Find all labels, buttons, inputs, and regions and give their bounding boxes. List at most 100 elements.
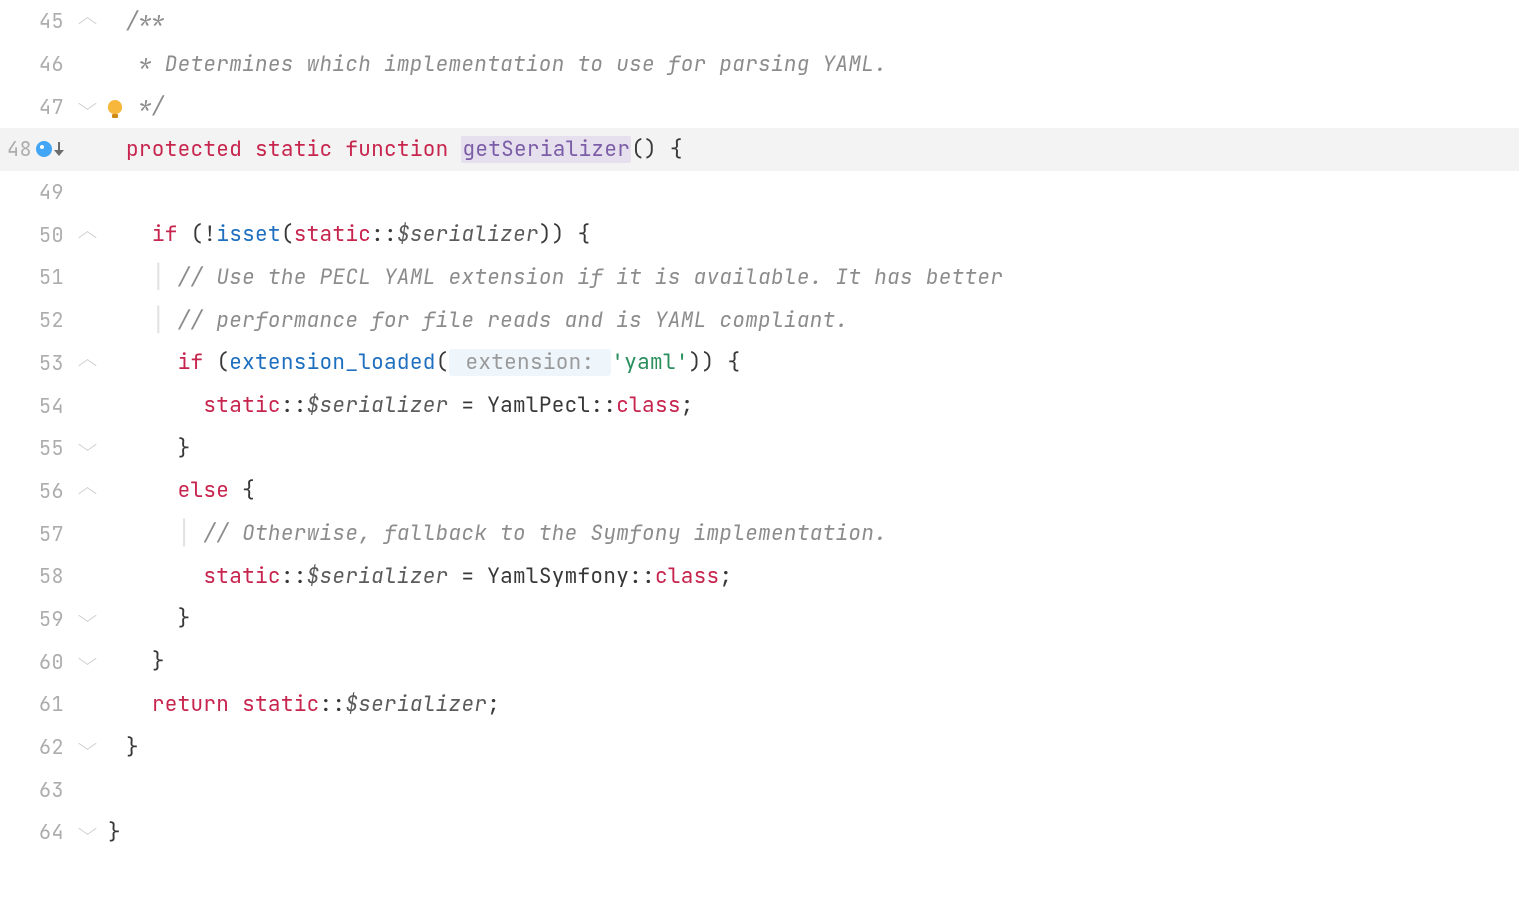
fold-column[interactable] bbox=[70, 740, 104, 754]
code-content[interactable]: } bbox=[126, 435, 191, 462]
gutter[interactable]: 57 bbox=[0, 521, 70, 547]
code-line[interactable]: 58 static::$serializer = YamlSymfony::cl… bbox=[0, 555, 1519, 598]
paren-close: ) bbox=[702, 349, 715, 376]
gutter[interactable]: 46 bbox=[0, 51, 70, 77]
code-content[interactable]: */ bbox=[126, 93, 165, 120]
code-line[interactable]: 51 │ // Use the PECL YAML extension if i… bbox=[0, 256, 1519, 299]
fold-close-icon[interactable] bbox=[81, 100, 93, 114]
code-line[interactable]: 45 /** bbox=[0, 0, 1519, 43]
intention-bulb-icon[interactable] bbox=[108, 100, 122, 114]
fold-column[interactable] bbox=[70, 14, 104, 28]
code-content[interactable]: return static::$serializer; bbox=[126, 691, 500, 718]
fold-close-icon[interactable] bbox=[81, 655, 93, 669]
code-content[interactable]: } bbox=[126, 605, 191, 632]
code-content[interactable]: protected static function getSerializer(… bbox=[126, 136, 683, 163]
code-content[interactable]: * Determines which implementation to use… bbox=[126, 51, 887, 78]
gutter[interactable]: 61 bbox=[0, 691, 70, 717]
fold-column[interactable] bbox=[70, 356, 104, 370]
code-line[interactable]: 46 * Determines which implementation to … bbox=[0, 43, 1519, 86]
code-content[interactable]: │ // performance for file reads and is Y… bbox=[126, 307, 848, 334]
code-editor[interactable]: 45 /** 46 * Determines which implementat… bbox=[0, 0, 1519, 916]
code-content[interactable] bbox=[126, 179, 139, 206]
gutter[interactable]: 49 bbox=[0, 179, 70, 205]
fold-open-icon[interactable] bbox=[81, 356, 93, 370]
brace-open: { bbox=[242, 477, 255, 504]
gutter[interactable]: 45 bbox=[0, 8, 70, 34]
gutter[interactable]: 64 bbox=[0, 819, 70, 845]
fold-column[interactable] bbox=[70, 228, 104, 242]
code-line[interactable]: 50 if (!isset(static::$serializer)) { bbox=[0, 213, 1519, 256]
code-line[interactable]: 62 } bbox=[0, 726, 1519, 769]
gutter[interactable]: 50 bbox=[0, 222, 70, 248]
code-content[interactable]: static::$serializer = YamlSymfony::class… bbox=[126, 563, 732, 590]
code-line[interactable]: 53 if (extension_loaded( extension: 'yam… bbox=[0, 342, 1519, 385]
code-line[interactable]: 49 bbox=[0, 171, 1519, 214]
gutter[interactable]: 58 bbox=[0, 563, 70, 589]
gutter[interactable]: 47 bbox=[0, 94, 70, 120]
gutter[interactable]: 62 bbox=[0, 734, 70, 760]
code-content[interactable]: } bbox=[126, 648, 165, 675]
code-content[interactable] bbox=[126, 776, 139, 803]
kw-class: class bbox=[616, 392, 681, 419]
brace-close: } bbox=[108, 819, 121, 846]
string-literal: 'yaml' bbox=[611, 349, 688, 376]
var-serializer: $serializer bbox=[307, 392, 449, 419]
gutter[interactable]: 51 bbox=[0, 264, 70, 290]
fold-close-icon[interactable] bbox=[81, 825, 93, 839]
fold-column[interactable] bbox=[70, 612, 104, 626]
override-arrow-icon[interactable] bbox=[54, 142, 64, 156]
fold-open-icon[interactable] bbox=[81, 228, 93, 242]
brace-open: { bbox=[727, 349, 740, 376]
fold-column[interactable] bbox=[70, 655, 104, 669]
fold-column[interactable] bbox=[70, 441, 104, 455]
code-content[interactable]: else { bbox=[126, 477, 255, 504]
code-line[interactable]: 52 │ // performance for file reads and i… bbox=[0, 299, 1519, 342]
recursive-call-icon[interactable] bbox=[36, 141, 52, 157]
gutter[interactable]: 48 bbox=[0, 136, 70, 162]
gutter[interactable]: 55 bbox=[0, 435, 70, 461]
code-line[interactable]: 55 } bbox=[0, 427, 1519, 470]
gutter[interactable]: 56 bbox=[0, 478, 70, 504]
fold-close-icon[interactable] bbox=[81, 441, 93, 455]
doc-comment-body: * Determines which implementation to use… bbox=[126, 51, 887, 78]
paren-open: ( bbox=[216, 349, 229, 376]
double-colon: :: bbox=[590, 392, 616, 419]
fold-close-icon[interactable] bbox=[81, 740, 93, 754]
fold-open-icon[interactable] bbox=[81, 14, 93, 28]
code-content[interactable]: if (!isset(static::$serializer)) { bbox=[126, 221, 591, 248]
code-content[interactable]: if (extension_loaded( extension: 'yaml')… bbox=[126, 349, 740, 376]
code-line[interactable]: 59 } bbox=[0, 598, 1519, 641]
code-content[interactable]: static::$serializer = YamlPecl::class; bbox=[126, 392, 694, 419]
code-line[interactable]: 54 static::$serializer = YamlPecl::class… bbox=[0, 384, 1519, 427]
bulb-column[interactable] bbox=[104, 100, 126, 114]
fold-column[interactable] bbox=[70, 825, 104, 839]
brace-open: { bbox=[578, 221, 591, 248]
code-line[interactable]: 47 */ bbox=[0, 85, 1519, 128]
semicolon: ; bbox=[719, 563, 732, 590]
gutter[interactable]: 52 bbox=[0, 307, 70, 333]
paren-open: ( bbox=[191, 221, 204, 248]
code-line[interactable]: 57 │ // Otherwise, fallback to the Symfo… bbox=[0, 512, 1519, 555]
code-line[interactable]: 61 return static::$serializer; bbox=[0, 683, 1519, 726]
code-content[interactable]: /** bbox=[126, 8, 165, 35]
code-line-current[interactable]: 48 protected static function getSerializ… bbox=[0, 128, 1519, 171]
kw-static: static bbox=[203, 563, 280, 590]
gutter[interactable]: 54 bbox=[0, 393, 70, 419]
fold-column[interactable] bbox=[70, 484, 104, 498]
gutter[interactable]: 63 bbox=[0, 777, 70, 803]
gutter[interactable]: 59 bbox=[0, 606, 70, 632]
code-line[interactable]: 63 bbox=[0, 768, 1519, 811]
code-content[interactable]: } bbox=[108, 819, 121, 846]
gutter[interactable]: 60 bbox=[0, 649, 70, 675]
code-content[interactable]: } bbox=[126, 734, 139, 761]
code-line[interactable]: 64 } bbox=[0, 811, 1519, 854]
fold-column[interactable] bbox=[70, 100, 104, 114]
code-content[interactable]: │ // Use the PECL YAML extension if it i… bbox=[126, 264, 1003, 291]
code-content[interactable]: │ // Otherwise, fallback to the Symfony … bbox=[126, 520, 887, 547]
gutter[interactable]: 53 bbox=[0, 350, 70, 376]
code-line[interactable]: 60 } bbox=[0, 640, 1519, 683]
fold-open-icon[interactable] bbox=[81, 484, 93, 498]
fold-close-icon[interactable] bbox=[81, 612, 93, 626]
code-line[interactable]: 56 else { bbox=[0, 470, 1519, 513]
line-number: 57 bbox=[36, 521, 64, 547]
